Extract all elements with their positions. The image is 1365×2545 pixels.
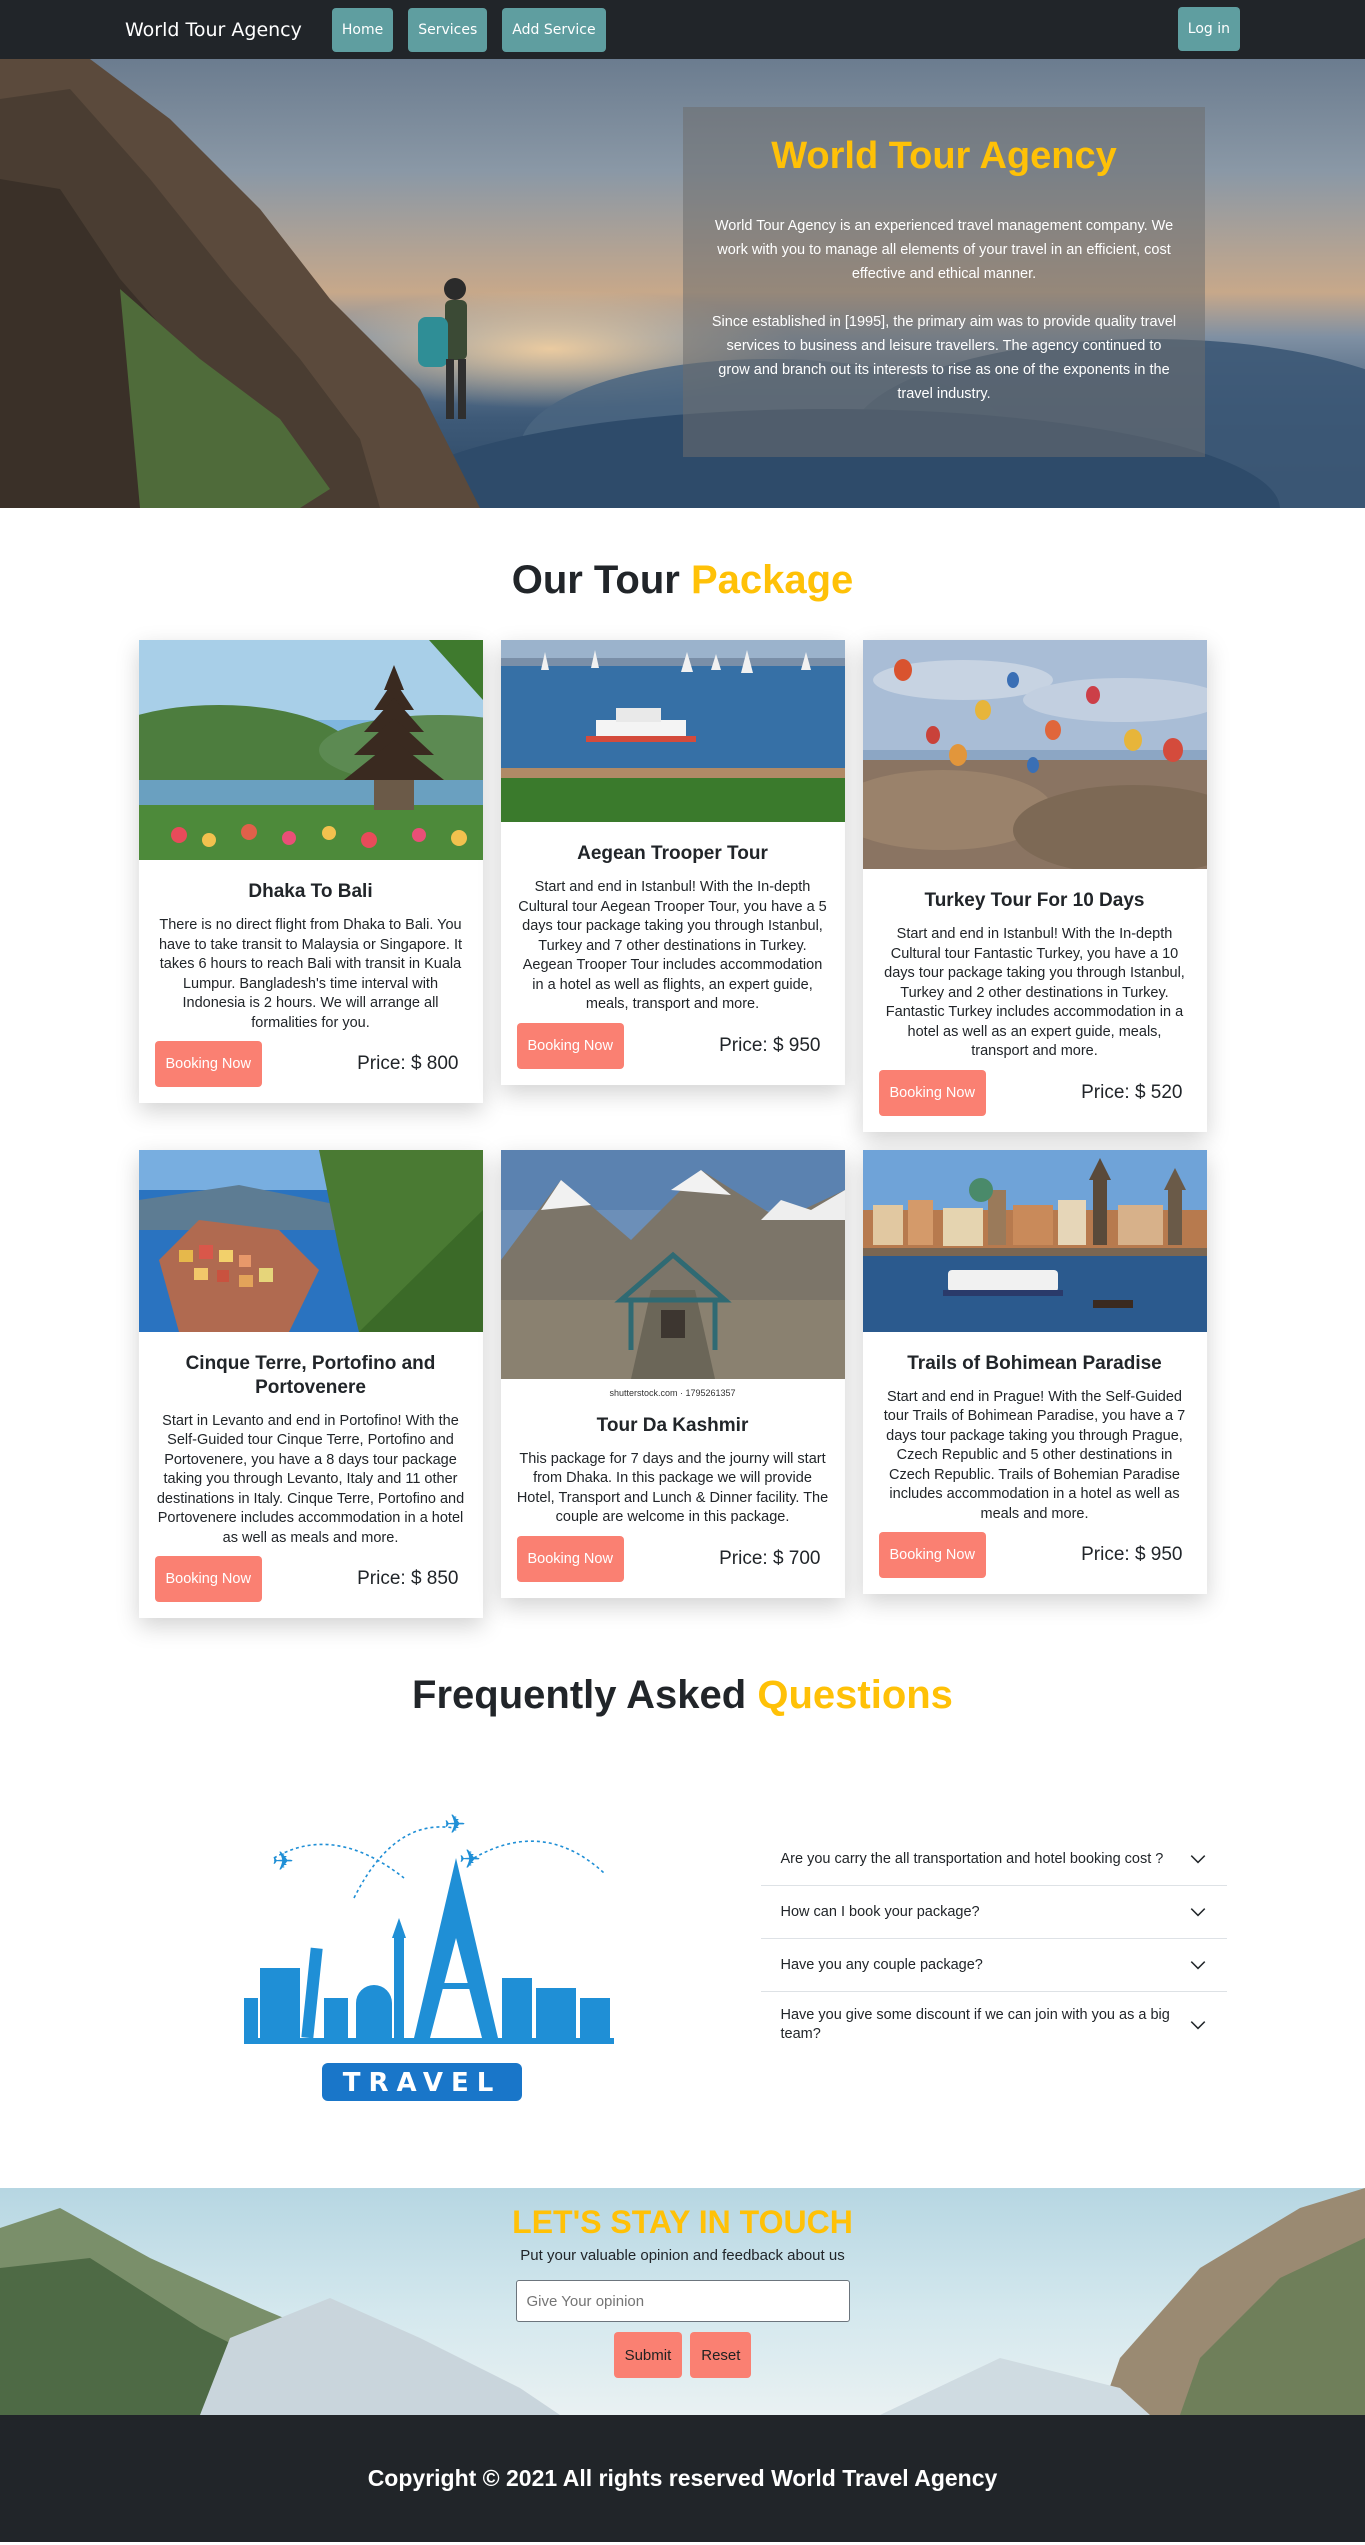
card-footer: Booking Now Price: $ 850 xyxy=(154,1556,467,1602)
card-description: Start and end in Prague! With the Self-G… xyxy=(883,1388,1186,1522)
faq-question: Have you give some discount if we can jo… xyxy=(780,2007,1170,2042)
copyright-text: Copyright © 2021 All rights reserved Wor… xyxy=(367,2465,998,2491)
travel-word: TRAVEL xyxy=(342,2068,501,2098)
package-card-bohemian: Trails of Bohimean Paradise Start and en… xyxy=(862,1149,1207,1595)
prague-river-image xyxy=(862,1149,1207,1332)
nav-home-button[interactable]: Home xyxy=(331,7,394,52)
touch-title: LET'S STAY IN TOUCH xyxy=(512,2204,853,2240)
card-body: Cinque Terre, Portofino and Portovenere … xyxy=(139,1336,483,1619)
brand-name[interactable]: World Tour Agency xyxy=(125,19,302,41)
card-description: There is no direct flight from Dhaka to … xyxy=(158,917,463,1031)
image-watermark: shutterstock.com · 1795261357 xyxy=(609,1387,736,1398)
hero-cliff-hiker-image xyxy=(0,59,480,508)
travel-skyline-icon: ✈ ✈ ✈ TRAVEL xyxy=(243,1810,614,2101)
cappadocia-balloons-image xyxy=(832,640,1253,875)
card-footer: Booking Now Price: $ 520 xyxy=(878,1069,1191,1116)
navbar: World Tour Agency Home Services Add Serv… xyxy=(0,0,1365,59)
card-description: Start and end in Istanbul! With the In-d… xyxy=(884,926,1185,1059)
booking-now-button[interactable]: Booking Now xyxy=(878,1069,986,1116)
card-footer: Booking Now Price: $ 950 xyxy=(516,1022,829,1069)
card-title: Dhaka To Bali xyxy=(248,881,373,902)
faq-item[interactable]: Are you carry the all transportation and… xyxy=(760,1833,1227,1886)
chevron-down-icon xyxy=(1190,1908,1205,1917)
hero-banner: World Tour Agency World Tour Agency is a… xyxy=(0,59,1365,508)
package-card-kashmir: shutterstock.com · 1795261357 Tour Da Ka… xyxy=(500,1149,845,1598)
kashmir-bridge-image xyxy=(500,1149,845,1379)
card-price: Price: $ 800 xyxy=(357,1053,459,1074)
chevron-down-icon xyxy=(1190,2021,1205,2030)
packages-heading-accent: Package xyxy=(690,558,854,602)
touch-subtitle: Put your valuable opinion and feedback a… xyxy=(520,2247,845,2264)
faq-question: How can I book your package? xyxy=(780,1903,980,1920)
package-grid: Dhaka To Bali There is no direct flight … xyxy=(78,640,1253,1619)
cinque-terre-image xyxy=(138,1149,483,1332)
submit-button[interactable]: Submit xyxy=(613,2332,683,2378)
package-card-aegean: Aegean Trooper Tour Start and end in Ist… xyxy=(500,640,845,1085)
opinion-input[interactable] xyxy=(515,2280,850,2322)
card-body: Dhaka To Bali There is no direct flight … xyxy=(139,864,483,1103)
hero-title: World Tour Agency xyxy=(771,135,1117,177)
faq-heading-accent: Questions xyxy=(757,1673,953,1717)
faq-item[interactable]: Have you any couple package? xyxy=(760,1939,1227,1992)
package-card-cinque-terre: Cinque Terre, Portofino and Portovenere … xyxy=(138,1149,483,1619)
faq-section: Frequently Asked Questions ✈ ✈ ✈ TRAVEL … xyxy=(0,1618,1365,2128)
svg-text:✈: ✈ xyxy=(272,1847,294,1877)
faq-content: ✈ ✈ ✈ TRAVEL Are you carry the all trans… xyxy=(139,1798,1227,2128)
footer: Copyright © 2021 All rights reserved Wor… xyxy=(0,2415,1365,2542)
card-title: Aegean Trooper Tour xyxy=(577,843,768,864)
chevron-down-icon xyxy=(1190,1961,1205,1970)
faq-question: Have you any couple package? xyxy=(780,1956,983,1973)
card-title: Trails of Bohimean Paradise xyxy=(907,1352,1162,1374)
hero-paragraph-history: Since established in [1995], the primary… xyxy=(711,314,1177,402)
reset-button[interactable]: Reset xyxy=(690,2332,752,2378)
package-card-turkey: Turkey Tour For 10 Days Start and end in… xyxy=(832,640,1253,1132)
card-title: Turkey Tour For 10 Days xyxy=(924,890,1145,911)
svg-text:✈: ✈ xyxy=(459,1845,481,1875)
packages-heading: Our Tour Package xyxy=(0,558,1365,603)
card-body: Turkey Tour For 10 Days Start and end in… xyxy=(863,873,1207,1132)
card-body: Aegean Trooper Tour Start and end in Ist… xyxy=(501,826,845,1085)
aegean-ferry-image xyxy=(500,640,845,822)
card-title: Cinque Terre, Portofino and Portovenere xyxy=(185,1352,436,1398)
card-description: This package for 7 days and the journy w… xyxy=(516,1450,829,1526)
card-price: Price: $ 850 xyxy=(357,1568,459,1589)
card-price: Price: $ 950 xyxy=(719,1034,821,1056)
chevron-down-icon xyxy=(1190,1855,1205,1864)
faq-heading-main: Frequently Asked xyxy=(412,1673,747,1717)
card-body: Trails of Bohimean Paradise Start and en… xyxy=(863,1336,1207,1595)
bali-temple-image xyxy=(78,640,559,860)
hero-info-card: World Tour Agency World Tour Agency is a… xyxy=(683,107,1205,457)
booking-now-button[interactable]: Booking Now xyxy=(154,1041,262,1087)
hero-paragraph-intro: World Tour Agency is an experienced trav… xyxy=(714,218,1174,282)
card-footer: Booking Now Price: $ 950 xyxy=(878,1532,1191,1578)
package-card-bali: Dhaka To Bali There is no direct flight … xyxy=(78,640,559,1103)
booking-now-button[interactable]: Booking Now xyxy=(878,1532,986,1578)
tour-packages-section: Our Tour Package Dhaka To Bali There is … xyxy=(0,508,1365,1618)
travel-illustration: ✈ ✈ ✈ TRAVEL xyxy=(243,1798,614,2128)
faq-heading: Frequently Asked Questions xyxy=(0,1673,1365,1718)
card-body: Tour Da Kashmir This package for 7 days … xyxy=(501,1398,845,1598)
svg-text:✈: ✈ xyxy=(444,1810,466,1840)
faq-question: Are you carry the all transportation and… xyxy=(780,1850,1164,1867)
card-description: Start in Levanto and end in Portofino! W… xyxy=(156,1412,465,1546)
faq-item[interactable]: How can I book your package? xyxy=(760,1886,1227,1939)
packages-heading-main: Our Tour xyxy=(511,558,680,602)
booking-now-button[interactable]: Booking Now xyxy=(516,1535,624,1582)
card-description: Start and end in Istanbul! With the In-d… xyxy=(518,879,827,1012)
card-footer: Booking Now Price: $ 800 xyxy=(154,1041,467,1087)
faq-item[interactable]: Have you give some discount if we can jo… xyxy=(761,1992,1227,2058)
booking-now-button[interactable]: Booking Now xyxy=(154,1556,262,1602)
card-footer: Booking Now Price: $ 700 xyxy=(516,1535,829,1582)
card-title: Tour Da Kashmir xyxy=(596,1414,749,1436)
card-price: Price: $ 700 xyxy=(719,1547,821,1569)
card-price: Price: $ 520 xyxy=(1081,1081,1183,1103)
faq-accordion: Are you carry the all transportation and… xyxy=(760,1833,1227,2128)
login-button[interactable]: Log in xyxy=(1177,7,1240,51)
stay-in-touch-section: LET'S STAY IN TOUCH Put your valuable op… xyxy=(0,2188,1365,2415)
nav-services-button[interactable]: Services xyxy=(408,7,488,52)
nav-add-service-button[interactable]: Add Service xyxy=(502,7,606,52)
card-price: Price: $ 950 xyxy=(1081,1544,1183,1565)
touch-buttons: Submit Reset xyxy=(0,2332,1365,2378)
booking-now-button[interactable]: Booking Now xyxy=(516,1022,624,1069)
